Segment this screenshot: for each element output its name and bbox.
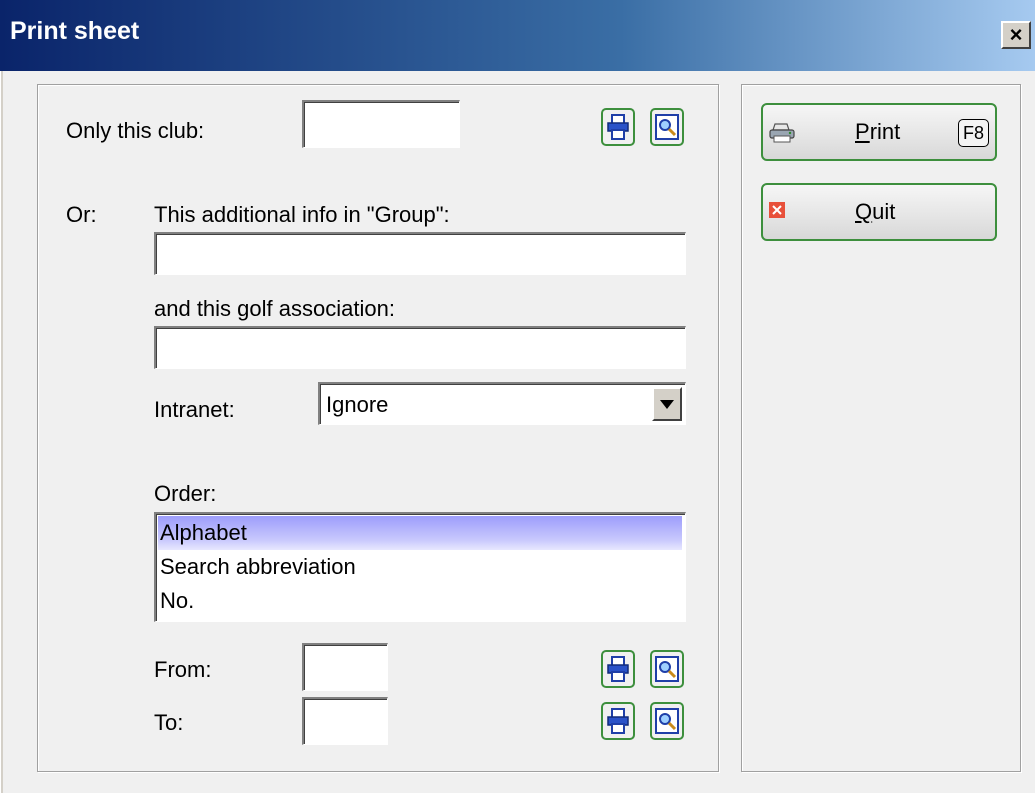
print-button-label: Print — [855, 119, 900, 145]
to-label: To: — [154, 710, 184, 735]
order-listbox[interactable]: Alphabet Search abbreviation No. — [154, 512, 686, 622]
intranet-select-value: Ignore — [326, 392, 389, 417]
from-input[interactable] — [302, 643, 388, 691]
magnifier-icon — [655, 656, 679, 682]
quit-button-label: Quit — [855, 199, 895, 225]
intranet-dropdown-button[interactable] — [652, 387, 682, 421]
print-from-button[interactable] — [601, 650, 635, 688]
to-input[interactable] — [302, 697, 388, 745]
preview-from-button[interactable] — [650, 650, 684, 688]
intranet-select[interactable]: Ignore — [318, 382, 686, 425]
window-title: Print sheet — [10, 17, 140, 45]
chevron-down-icon — [660, 399, 674, 409]
printer-icon — [607, 656, 629, 682]
print-shortcut-badge: F8 — [957, 119, 989, 147]
group-info-label: This additional info in "Group": — [154, 202, 450, 227]
association-input[interactable] — [154, 326, 686, 369]
print-button-label-rest: rint — [869, 119, 901, 144]
association-label: and this golf association: — [154, 296, 395, 321]
preview-club-button[interactable] — [650, 108, 684, 146]
close-x-icon — [769, 202, 785, 218]
intranet-label: Intranet: — [154, 397, 235, 422]
group-info-input[interactable] — [154, 232, 686, 275]
print-to-button[interactable] — [601, 702, 635, 740]
printer-icon — [607, 114, 629, 140]
order-option-number[interactable]: No. — [158, 584, 682, 618]
quit-button-mnemonic: Q — [855, 199, 873, 224]
order-label: Order: — [154, 481, 217, 506]
print-button[interactable]: Print F8 — [761, 103, 997, 161]
order-option-alphabet[interactable]: Alphabet — [158, 516, 682, 550]
quit-button-label-rest: uit — [872, 199, 896, 224]
only-club-label: Only this club: — [66, 118, 205, 143]
magnifier-icon — [655, 708, 679, 734]
print-button-mnemonic: P — [855, 119, 870, 144]
printer-icon — [769, 123, 795, 143]
printer-icon — [607, 708, 629, 734]
or-label: Or: — [66, 202, 97, 227]
from-label: From: — [154, 657, 212, 682]
print-club-button[interactable] — [601, 108, 635, 146]
order-option-search-abbreviation[interactable]: Search abbreviation — [158, 550, 682, 584]
only-club-input[interactable] — [302, 100, 460, 148]
magnifier-icon — [655, 114, 679, 140]
close-button[interactable]: × — [1001, 21, 1031, 49]
quit-button[interactable]: Quit — [761, 183, 997, 241]
close-icon: × — [1009, 22, 1023, 47]
window-edge — [0, 0, 3, 793]
preview-to-button[interactable] — [650, 702, 684, 740]
title-bar: Print sheet × — [0, 0, 1035, 71]
